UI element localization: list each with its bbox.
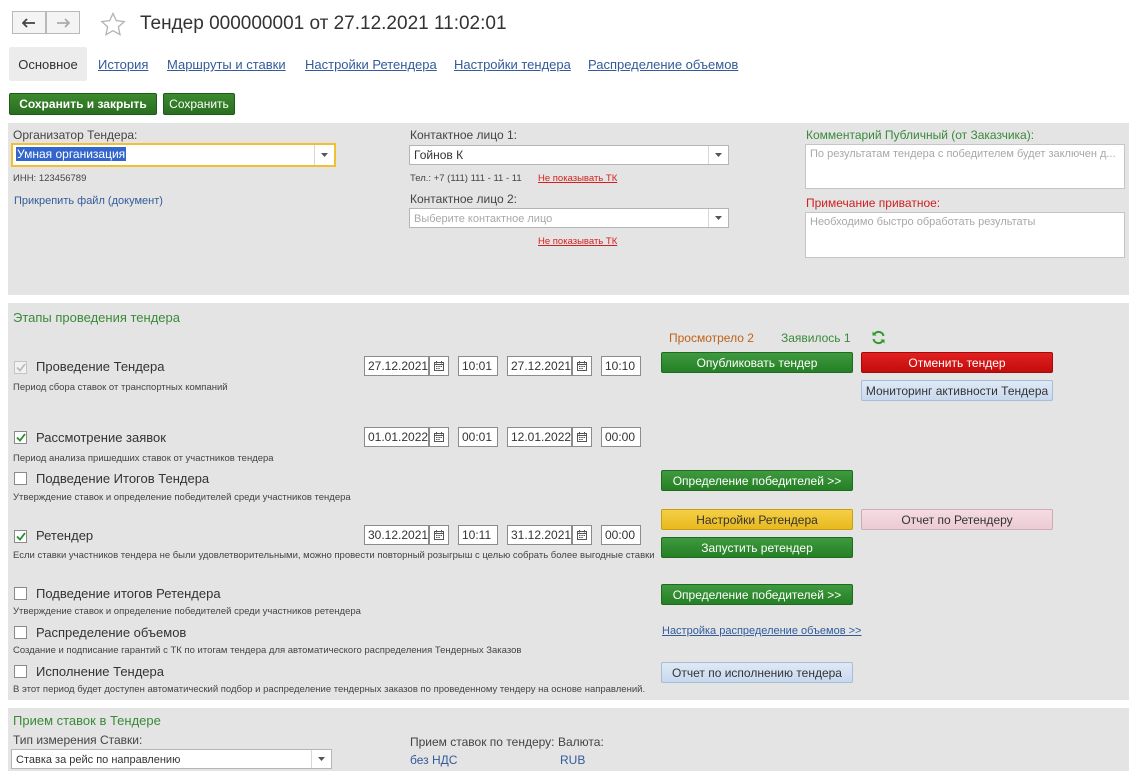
inn-text: ИНН: 123456789: [13, 173, 87, 184]
chevron-down-icon[interactable]: [708, 209, 728, 227]
define-winners-retender-button[interactable]: Определение победителей >>: [661, 584, 853, 605]
stage-results-title: Подведение Итогов Тендера: [36, 471, 210, 486]
calendar-icon[interactable]: [572, 356, 592, 376]
calendar-icon[interactable]: [429, 525, 449, 545]
execution-report-button[interactable]: Отчет по исполнению тендера: [661, 662, 853, 683]
calendar-icon[interactable]: [429, 356, 449, 376]
start-retender-button[interactable]: Запустить ретендер: [661, 537, 853, 558]
define-winners-button[interactable]: Определение победителей >>: [661, 470, 853, 491]
stage-review-title: Рассмотрение заявок: [36, 430, 166, 445]
contact1-label: Контактное лицо 1:: [410, 128, 517, 142]
save-and-close-button[interactable]: Сохранить и закрыть: [9, 93, 157, 115]
stage-retender-results-title: Подведение итогов Ретендера: [36, 586, 221, 601]
chevron-down-icon[interactable]: [708, 146, 728, 164]
stage-tender-date-from[interactable]: 27.12.2021: [364, 356, 429, 376]
currency-value[interactable]: RUB: [560, 753, 585, 767]
stage-retender-date-from[interactable]: 30.12.2021: [364, 525, 429, 545]
organizer-value: Умная организация: [16, 147, 127, 161]
private-note-label: Примечание приватное:: [806, 196, 941, 210]
cancel-tender-button[interactable]: Отменить тендер: [861, 352, 1053, 373]
chevron-down-icon[interactable]: [314, 145, 334, 165]
retender-settings-button[interactable]: Настройки Ретендера: [661, 509, 853, 530]
stage-review-date-to[interactable]: 12.01.2022: [507, 427, 572, 447]
stage-retender-date-to[interactable]: 31.12.2021: [507, 525, 572, 545]
page-title: Тендер 000000001 от 27.12.2021 11:02:01: [140, 13, 507, 34]
publish-tender-button[interactable]: Опубликовать тендер: [661, 352, 853, 373]
stage-execution-title: Исполнение Тендера: [36, 664, 165, 679]
arrow-left-icon: [22, 17, 36, 28]
tab-retender-settings[interactable]: Настройки Ретендера: [305, 57, 437, 72]
hide-tk-link-1[interactable]: Не показывать ТК: [538, 173, 617, 184]
stages-section-title: Этапы проведения тендера: [13, 310, 180, 325]
stage-retender-title: Ретендер: [36, 528, 94, 543]
contact2-placeholder: Выберите контактное лицо: [414, 213, 553, 225]
stage-results-desc: Утверждение ставок и определение победит…: [13, 492, 351, 503]
stage-execution-checkbox[interactable]: [14, 665, 27, 678]
tab-tender-settings[interactable]: Настройки тендера: [454, 57, 571, 72]
stage-tender-desc: Период сбора ставок от транспортных комп…: [13, 382, 228, 393]
tab-main[interactable]: Основное: [9, 47, 87, 81]
public-comment-textarea[interactable]: По результатам тендера с победителем буд…: [805, 144, 1125, 189]
contact2-select[interactable]: Выберите контактное лицо: [409, 208, 729, 228]
bid-type-value: Ставка за рейс по направлению: [16, 754, 181, 766]
bid-type-label: Тип измерения Ставки:: [13, 733, 143, 747]
tab-routes-rates[interactable]: Маршруты и ставки: [167, 57, 286, 72]
stage-results-checkbox[interactable]: [14, 472, 27, 485]
contact1-select[interactable]: Гойнов К: [409, 145, 729, 165]
star-favorite-icon[interactable]: [100, 12, 126, 36]
stage-retender-time-to[interactable]: 00:00: [601, 525, 641, 545]
organizer-label: Организатор Тендера:: [13, 128, 138, 142]
stage-retender-checkbox[interactable]: [14, 530, 27, 543]
stage-retender-desc: Если ставки участников тендера не были у…: [13, 550, 655, 561]
bid-type-select[interactable]: Ставка за рейс по направлению: [11, 749, 332, 769]
arrow-right-icon: [56, 17, 70, 28]
hide-tk-link-2[interactable]: Не показывать ТК: [538, 236, 617, 247]
calendar-icon[interactable]: [572, 525, 592, 545]
save-button[interactable]: Сохранить: [163, 93, 235, 115]
stage-execution-desc: В этот период будет доступен автоматичес…: [13, 684, 646, 695]
contact-phone: Тел.: +7 (111) 111 - 11 - 11: [410, 173, 522, 184]
stage-review-time-to[interactable]: 00:00: [601, 427, 641, 447]
stage-tender-time-to[interactable]: 10:10: [601, 356, 641, 376]
organizer-select[interactable]: Умная организация: [11, 143, 336, 167]
calendar-icon[interactable]: [572, 427, 592, 447]
stage-volume-title: Распределение объемов: [36, 625, 187, 640]
stage-retender-results-checkbox[interactable]: [14, 587, 27, 600]
stage-review-date-from[interactable]: 01.01.2022: [364, 427, 429, 447]
currency-label: Валюта:: [558, 735, 604, 749]
public-comment-label: Комментарий Публичный (от Заказчика):: [806, 128, 1035, 142]
calendar-icon[interactable]: [429, 427, 449, 447]
accept-bids-label: Прием ставок по тендеру:: [410, 735, 555, 749]
viewed-counter: Просмотрело 2: [669, 331, 754, 345]
stage-retender-time-from[interactable]: 10:11: [458, 525, 498, 545]
contact1-value: Гойнов К: [414, 148, 464, 162]
stage-tender-time-from[interactable]: 10:01: [458, 356, 498, 376]
tab-volume-distribution[interactable]: Распределение объемов: [588, 57, 738, 72]
private-note-textarea[interactable]: Необходимо быстро обработать результаты: [805, 212, 1125, 258]
refresh-icon[interactable]: [871, 330, 886, 345]
accept-bids-value[interactable]: без НДС: [410, 753, 457, 767]
appeared-counter: Заявилось 1: [781, 331, 851, 345]
stage-review-desc: Период анализа пришедших ставок от участ…: [13, 453, 274, 464]
stage-retender-results-desc: Утверждение ставок и определение победит…: [13, 606, 361, 617]
stage-tender-date-to[interactable]: 27.12.2021: [507, 356, 572, 376]
attach-file-link[interactable]: Прикрепить файл (документ): [14, 195, 163, 207]
stage-tender-checkbox: [14, 361, 27, 374]
retender-report-button[interactable]: Отчет по Ретендеру: [861, 509, 1053, 530]
stage-volume-checkbox[interactable]: [14, 626, 27, 639]
back-button[interactable]: [12, 11, 46, 34]
bids-section-title: Прием ставок в Тендере: [13, 713, 161, 728]
chevron-down-icon[interactable]: [311, 750, 331, 768]
stage-review-checkbox[interactable]: [14, 431, 27, 444]
monitoring-button[interactable]: Мониторинг активности Тендера: [861, 380, 1053, 401]
tab-history[interactable]: История: [98, 57, 148, 72]
forward-button[interactable]: [46, 11, 80, 34]
contact2-label: Контактное лицо 2:: [410, 192, 517, 206]
stage-review-time-from[interactable]: 00:01: [458, 427, 498, 447]
stage-tender-title: Проведение Тендера: [36, 359, 165, 374]
volume-distribution-link[interactable]: Настройка распределение объемов >>: [662, 625, 861, 637]
stage-volume-desc: Создание и подписание гарантий с ТК по и…: [13, 645, 522, 656]
